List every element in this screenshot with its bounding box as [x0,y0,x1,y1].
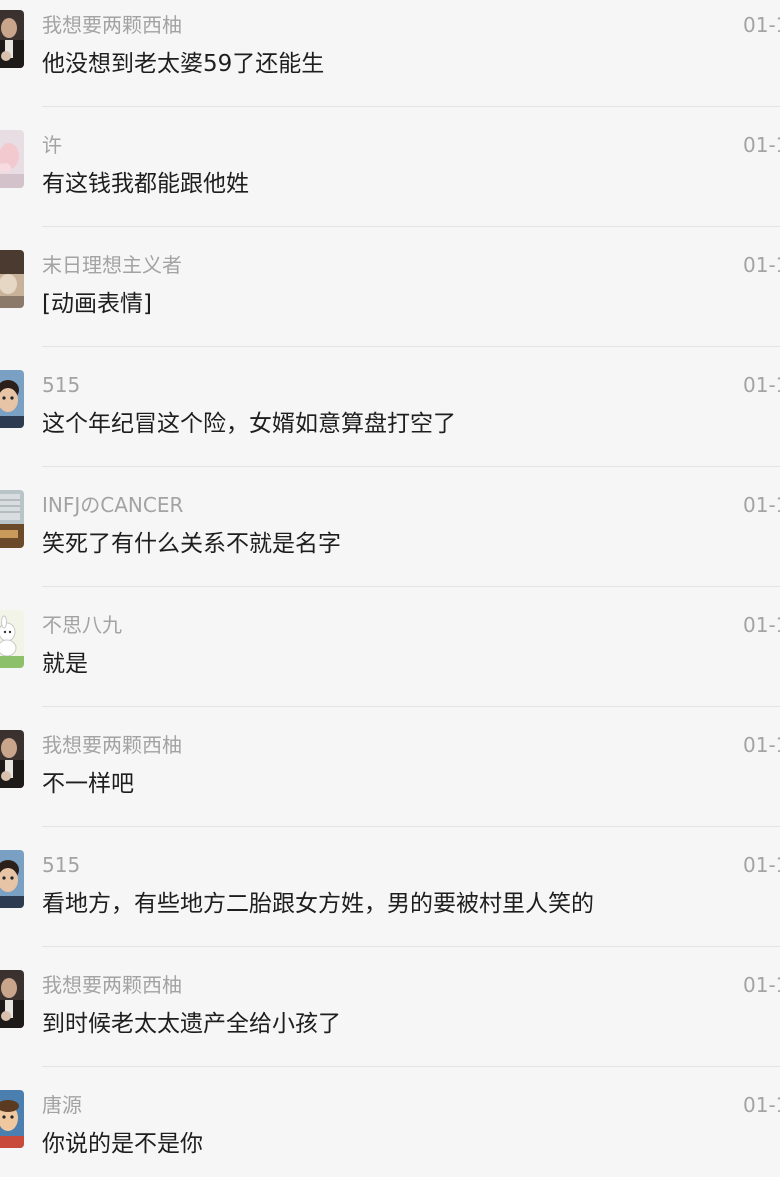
timestamp: 01-1 [743,253,780,277]
timestamp: 01-1 [743,1093,780,1117]
username[interactable]: 不思八九 [42,612,122,638]
comment-text: 不一样吧 [42,771,134,797]
divider [42,346,780,347]
username[interactable]: 我想要两颗西柚 [42,732,182,758]
comment-item[interactable]: 我想要两颗西柚 01-1 他没想到老太婆59了还能生 [0,0,780,120]
comment-text: 他没想到老太婆59了还能生 [42,51,325,77]
timestamp: 01-1 [743,733,780,757]
timestamp: 01-1 [743,853,780,877]
comment-item[interactable]: 许 01-1 有这钱我都能跟他姓 [0,120,780,240]
avatar[interactable] [0,970,24,1028]
username[interactable]: 我想要两颗西柚 [42,972,182,998]
comment-text: [动画表情] [42,291,152,317]
divider [42,946,780,947]
comment-item[interactable]: 末日理想主义者 01-1 [动画表情] [0,240,780,360]
timestamp: 01-1 [743,973,780,997]
comment-text: 就是 [42,651,88,677]
avatar[interactable] [0,490,24,548]
divider [42,706,780,707]
avatar[interactable] [0,850,24,908]
avatar[interactable] [0,610,24,668]
comment-item[interactable]: INFJのCANCER 01-1 笑死了有什么关系不就是名字 [0,480,780,600]
avatar[interactable] [0,250,24,308]
timestamp: 01-1 [743,493,780,517]
comment-text: 笑死了有什么关系不就是名字 [42,531,341,557]
avatar[interactable] [0,10,24,68]
comment-item[interactable]: 515 01-1 看地方，有些地方二胎跟女方姓，男的要被村里人笑的 [0,840,780,960]
username[interactable]: 515 [42,372,80,398]
divider [42,466,780,467]
divider [42,826,780,827]
timestamp: 01-1 [743,133,780,157]
comment-text: 到时候老太太遗产全给小孩了 [42,1011,341,1037]
comment-item[interactable]: 唐源 01-1 你说的是不是你 [0,1080,780,1177]
comment-text: 这个年纪冒这个险，女婿如意算盘打空了 [42,411,456,437]
username[interactable]: 许 [42,132,62,158]
comment-item[interactable]: 我想要两颗西柚 01-1 到时候老太太遗产全给小孩了 [0,960,780,1080]
timestamp: 01-1 [743,613,780,637]
comment-text: 有这钱我都能跟他姓 [42,171,249,197]
divider [42,1066,780,1067]
timestamp: 01-1 [743,373,780,397]
username[interactable]: 唐源 [42,1092,82,1118]
avatar[interactable] [0,730,24,788]
comment-text: 看地方，有些地方二胎跟女方姓，男的要被村里人笑的 [42,891,594,917]
timestamp: 01-1 [743,13,780,37]
username[interactable]: INFJのCANCER [42,492,183,518]
comment-item[interactable]: 我想要两颗西柚 01-1 不一样吧 [0,720,780,840]
divider [42,586,780,587]
username[interactable]: 515 [42,852,80,878]
avatar[interactable] [0,370,24,428]
divider [42,226,780,227]
comment-text: 你说的是不是你 [42,1131,203,1157]
username[interactable]: 我想要两颗西柚 [42,12,182,38]
comment-list: 我想要两颗西柚 01-1 他没想到老太婆59了还能生 许 01-1 有这钱我都能… [0,0,780,1177]
comment-item[interactable]: 515 01-1 这个年纪冒这个险，女婿如意算盘打空了 [0,360,780,480]
avatar[interactable] [0,130,24,188]
avatar[interactable] [0,1090,24,1148]
username[interactable]: 末日理想主义者 [42,252,182,278]
divider [42,106,780,107]
comment-item[interactable]: 不思八九 01-1 就是 [0,600,780,720]
